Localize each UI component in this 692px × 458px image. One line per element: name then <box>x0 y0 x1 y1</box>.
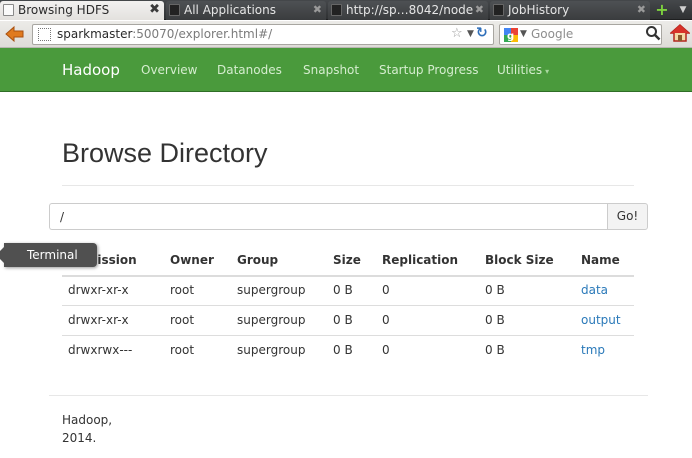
hadoop-brand-link[interactable]: Hadoop <box>62 61 120 79</box>
close-tab-icon[interactable]: ✖ <box>475 1 484 19</box>
cell-owner: root <box>170 283 195 297</box>
cell-permission: drwxrwx--- <box>68 343 133 357</box>
cell-block-size: 0 B <box>485 283 505 297</box>
page-title: Browse Directory <box>62 138 268 168</box>
footer-line: Hadoop, <box>62 413 113 427</box>
directory-link-tmp[interactable]: tmp <box>581 343 605 357</box>
url-bar[interactable]: sparkmaster:50070/explorer.html#/ ☆ ▼ ↻ <box>32 24 494 45</box>
site-identity-icon[interactable] <box>38 28 51 41</box>
close-tab-icon[interactable]: ✖ <box>149 1 160 19</box>
cell-group: supergroup <box>237 313 306 327</box>
search-engine-dropdown-icon[interactable]: ▼ <box>520 29 527 39</box>
tab-list-chevron-icon[interactable]: ▼ <box>676 2 690 18</box>
navigation-toolbar: sparkmaster:50070/explorer.html#/ ☆ ▼ ↻ … <box>0 21 692 48</box>
footer-divider <box>49 395 648 396</box>
nav-utilities[interactable]: Utilities ▾ <box>497 63 549 77</box>
tab-title: Browsing HDFS <box>18 3 110 17</box>
nav-snapshot[interactable]: Snapshot <box>303 63 359 77</box>
cell-replication: 0 <box>382 313 390 327</box>
bookmark-star-icon[interactable]: ☆ <box>451 26 463 41</box>
close-tab-icon[interactable]: ✖ <box>313 1 322 19</box>
terminal-tooltip: Terminal <box>0 243 97 267</box>
go-button[interactable]: Go! <box>607 203 648 230</box>
url-text[interactable]: sparkmaster:50070/explorer.html#/ <box>57 27 272 41</box>
cell-replication: 0 <box>382 283 390 297</box>
footer: Hadoop, 2014. <box>62 411 112 447</box>
tab-all-applications[interactable]: All Applications ✖ <box>166 1 326 20</box>
cell-owner: root <box>170 313 195 327</box>
nav-overview[interactable]: Overview <box>141 63 198 77</box>
cell-permission: drwxr-xr-x <box>68 313 129 327</box>
svg-text:g: g <box>507 31 514 42</box>
google-engine-icon[interactable]: g <box>504 28 518 42</box>
directory-link-data[interactable]: data <box>581 283 608 297</box>
column-header-group[interactable]: Group <box>237 253 278 267</box>
row-divider <box>62 335 634 336</box>
tab-node[interactable]: http://sp…8042/node ✖ <box>328 1 488 20</box>
caret-down-icon: ▾ <box>545 67 550 76</box>
page-icon <box>169 4 180 16</box>
column-header-name[interactable]: Name <box>581 253 620 267</box>
cell-group: supergroup <box>237 283 306 297</box>
home-icon[interactable] <box>669 23 691 43</box>
close-tab-icon[interactable]: ✖ <box>637 1 646 19</box>
column-header-owner[interactable]: Owner <box>170 253 214 267</box>
browser-tab-strip: Browsing HDFS ✖ All Applications ✖ http:… <box>0 0 692 20</box>
tab-title: JobHistory <box>508 3 570 17</box>
tab-browsing-hdfs[interactable]: Browsing HDFS ✖ <box>0 1 164 20</box>
new-tab-button[interactable]: + <box>654 2 670 18</box>
reload-icon[interactable]: ↻ <box>476 25 488 41</box>
cell-size: 0 B <box>333 313 353 327</box>
hadoop-navbar: Hadoop Overview Datanodes Snapshot Start… <box>0 48 692 92</box>
page-icon <box>331 4 342 16</box>
cell-owner: root <box>170 343 195 357</box>
cell-size: 0 B <box>333 343 353 357</box>
back-button[interactable] <box>4 24 26 44</box>
nav-datanodes[interactable]: Datanodes <box>217 63 282 77</box>
cell-group: supergroup <box>237 343 306 357</box>
url-history-dropdown-icon[interactable]: ▼ <box>467 29 474 39</box>
back-arrow-icon <box>5 25 24 43</box>
tab-jobhistory[interactable]: JobHistory ✖ <box>490 1 650 20</box>
tab-title: http://sp…8042/node <box>346 3 474 17</box>
table-header-divider <box>62 275 634 277</box>
search-icon[interactable] <box>645 25 661 41</box>
page-icon <box>493 4 504 16</box>
search-input[interactable]: Google <box>531 27 573 41</box>
column-header-size[interactable]: Size <box>333 253 361 267</box>
cell-replication: 0 <box>382 343 390 357</box>
cell-permission: drwxr-xr-x <box>68 283 129 297</box>
directory-link-output[interactable]: output <box>581 313 621 327</box>
footer-line: 2014. <box>62 431 97 445</box>
cell-block-size: 0 B <box>485 343 505 357</box>
column-header-block-size[interactable]: Block Size <box>485 253 554 267</box>
cell-block-size: 0 B <box>485 313 505 327</box>
tab-title: All Applications <box>184 3 276 17</box>
directory-path-input[interactable]: / <box>49 203 608 230</box>
divider <box>62 185 634 186</box>
cell-size: 0 B <box>333 283 353 297</box>
search-bar[interactable]: g ▼ Google <box>499 24 662 45</box>
page-icon <box>3 4 14 16</box>
nav-startup-progress[interactable]: Startup Progress <box>379 63 479 77</box>
column-header-replication[interactable]: Replication <box>382 253 458 267</box>
row-divider <box>62 305 634 306</box>
